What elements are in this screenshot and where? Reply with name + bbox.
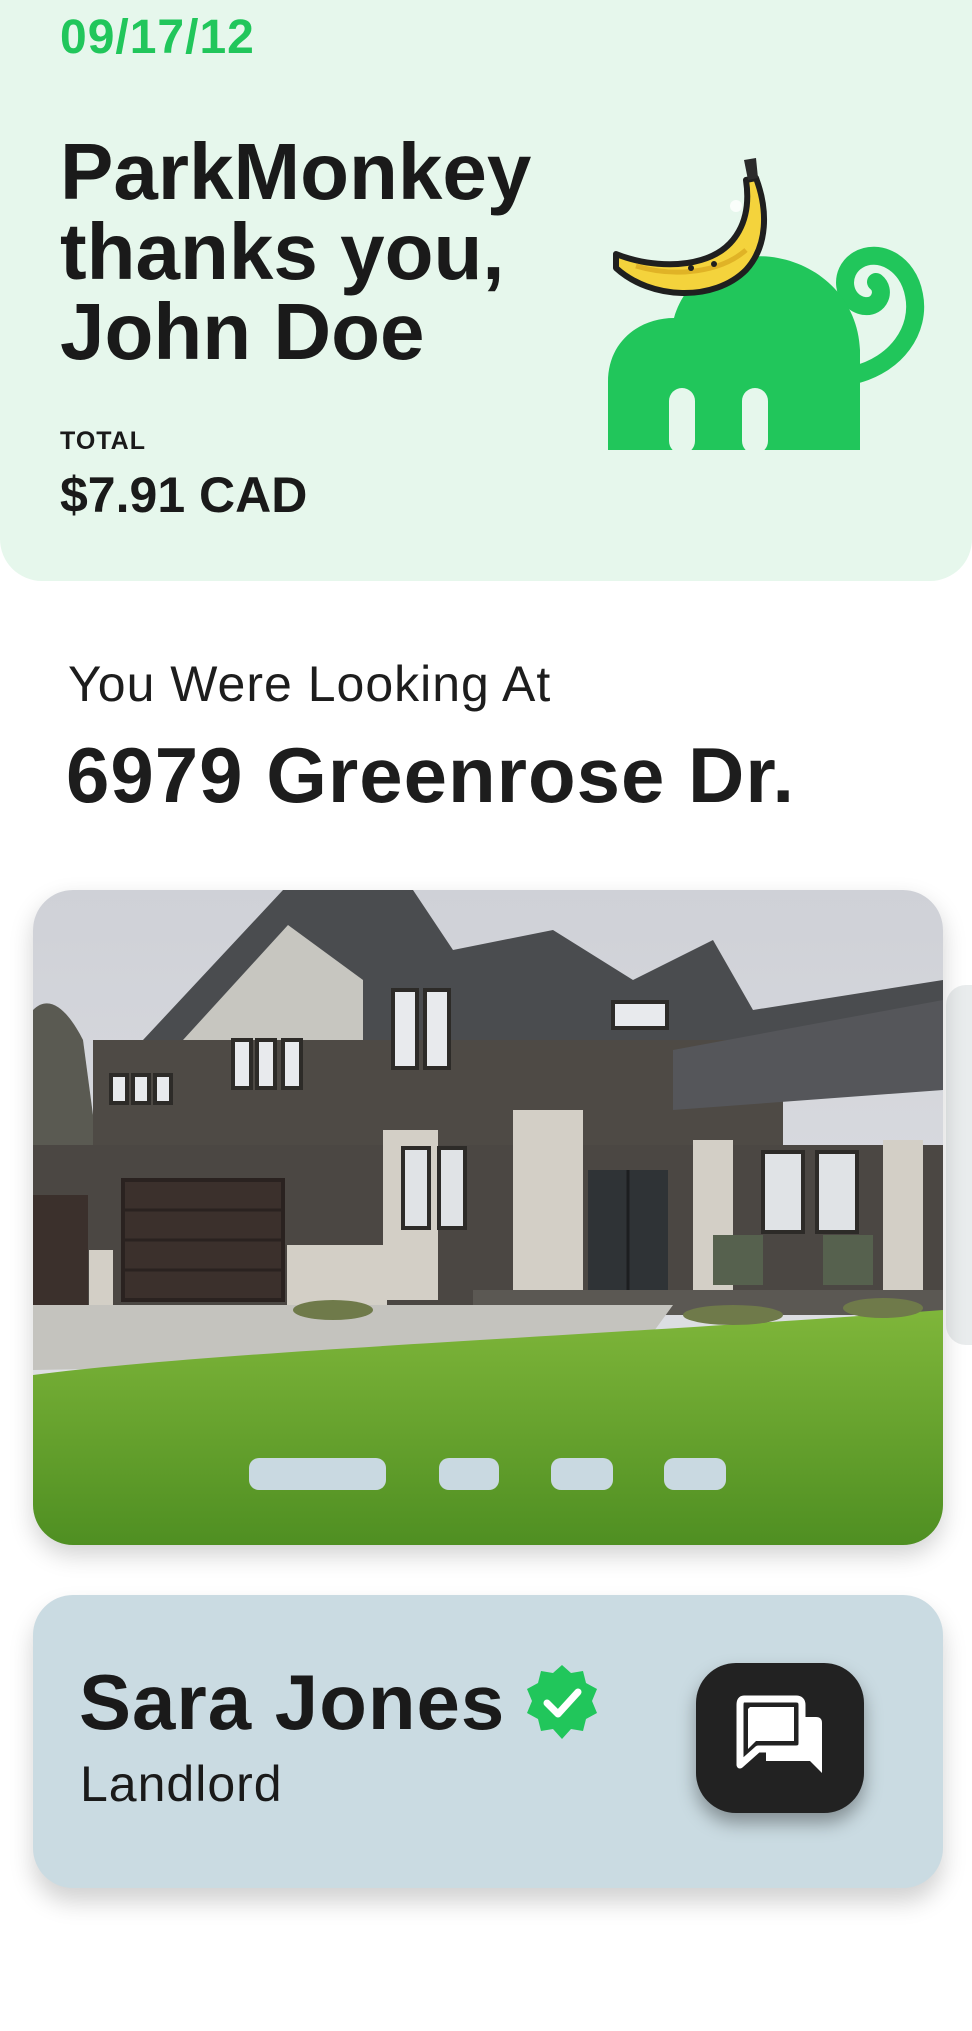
house-photo: [33, 890, 943, 1545]
receipt-date: 09/17/12: [60, 11, 255, 64]
thanks-heading: ParkMonkey thanks you, John Doe: [60, 132, 600, 372]
thanks-line-1: ParkMonkey: [60, 127, 532, 216]
chat-button[interactable]: [696, 1663, 864, 1813]
total-label: TOTAL: [60, 427, 147, 455]
verified-badge-icon: [527, 1665, 597, 1739]
thanks-line-2: thanks you,: [60, 207, 505, 296]
total-value: $7.91 CAD: [60, 467, 308, 523]
receipt-header: 09/17/12 ParkMonkey thanks you, John Doe…: [0, 0, 972, 581]
next-slide-peek[interactable]: [946, 985, 972, 1345]
listing-address: 6979 Greenrose Dr.: [66, 731, 796, 819]
looking-at-label: You Were Looking At: [68, 656, 552, 712]
carousel-dot[interactable]: [439, 1458, 499, 1490]
carousel-pagination: [33, 1458, 943, 1490]
carousel-dot[interactable]: [664, 1458, 726, 1490]
landlord-name: Sara Jones: [79, 1658, 506, 1746]
landlord-role: Landlord: [80, 1756, 283, 1812]
carousel-dot[interactable]: [551, 1458, 613, 1490]
carousel-dot-active[interactable]: [249, 1458, 386, 1490]
house-photo-carousel[interactable]: [33, 890, 943, 1545]
chat-bubbles-icon: [736, 1695, 822, 1773]
landlord-card: Sara Jones Landlord: [33, 1595, 943, 1888]
parkmonkey-logo-icon: [608, 158, 925, 454]
thanks-line-3: John Doe: [60, 287, 425, 376]
